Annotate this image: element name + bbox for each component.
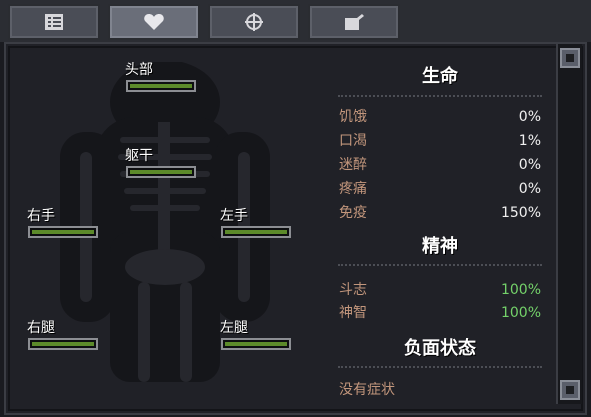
stat-label-immunity: 免疫	[339, 205, 367, 221]
scrollbar[interactable]	[556, 44, 582, 404]
bp-bar-left-leg	[221, 338, 291, 350]
stat-value-intoxication: 0%	[518, 157, 541, 173]
stat-label-pain: 疼痛	[339, 181, 367, 197]
bp-fill-left-arm	[225, 230, 287, 234]
stat-label-sanity: 神智	[339, 305, 367, 321]
bp-label-right-arm: 右手	[27, 208, 55, 224]
note-icon	[345, 14, 364, 30]
stat-label-morale: 斗志	[339, 282, 367, 298]
scroll-down-button[interactable]	[560, 380, 580, 400]
bp-label-left-arm: 左手	[220, 208, 248, 224]
tab-health[interactable]	[108, 4, 200, 40]
list-icon	[45, 14, 63, 30]
heart-icon	[144, 14, 164, 30]
stat-value-immunity: 150%	[500, 205, 541, 221]
bp-label-right-leg: 右腿	[27, 320, 55, 336]
bp-label-torso: 躯干	[125, 148, 153, 164]
stat-value-morale: 100%	[500, 282, 541, 298]
square-icon	[566, 54, 574, 62]
bp-bar-head	[126, 80, 196, 92]
stat-value-pain: 0%	[518, 181, 541, 197]
bp-bar-right-arm	[28, 226, 98, 238]
crosshair-icon	[245, 13, 263, 31]
tab-bar	[0, 0, 591, 42]
stat-value-thirst: 1%	[518, 133, 541, 149]
square-icon	[566, 386, 574, 394]
separator	[338, 264, 542, 266]
bp-bar-torso	[126, 166, 196, 178]
separator	[338, 95, 542, 97]
stat-value-hunger: 0%	[518, 109, 541, 125]
stat-label-intoxication: 迷醉	[339, 157, 367, 173]
stat-label-hunger: 饥饿	[339, 109, 367, 125]
bp-bar-left-arm	[221, 226, 291, 238]
bp-fill-torso	[130, 170, 192, 174]
bp-label-left-leg: 左腿	[220, 320, 248, 336]
tab-skills[interactable]	[208, 4, 300, 40]
bp-fill-head	[130, 84, 192, 88]
tab-inventory[interactable]	[8, 4, 100, 40]
bp-fill-right-leg	[32, 342, 94, 346]
section-title-life: 生命	[422, 66, 458, 87]
tab-notes[interactable]	[308, 4, 400, 40]
section-title-mind: 精神	[422, 236, 458, 257]
stat-label-thirst: 口渴	[339, 133, 367, 149]
bp-fill-left-leg	[225, 342, 287, 346]
scroll-up-button[interactable]	[560, 48, 580, 68]
bp-fill-right-arm	[32, 230, 94, 234]
section-title-negative: 负面状态	[404, 338, 476, 359]
bp-label-head: 头部	[125, 62, 153, 78]
negative-empty-text: 没有症状	[339, 382, 395, 398]
separator	[338, 366, 542, 368]
stat-value-sanity: 100%	[500, 305, 541, 321]
bp-bar-right-leg	[28, 338, 98, 350]
